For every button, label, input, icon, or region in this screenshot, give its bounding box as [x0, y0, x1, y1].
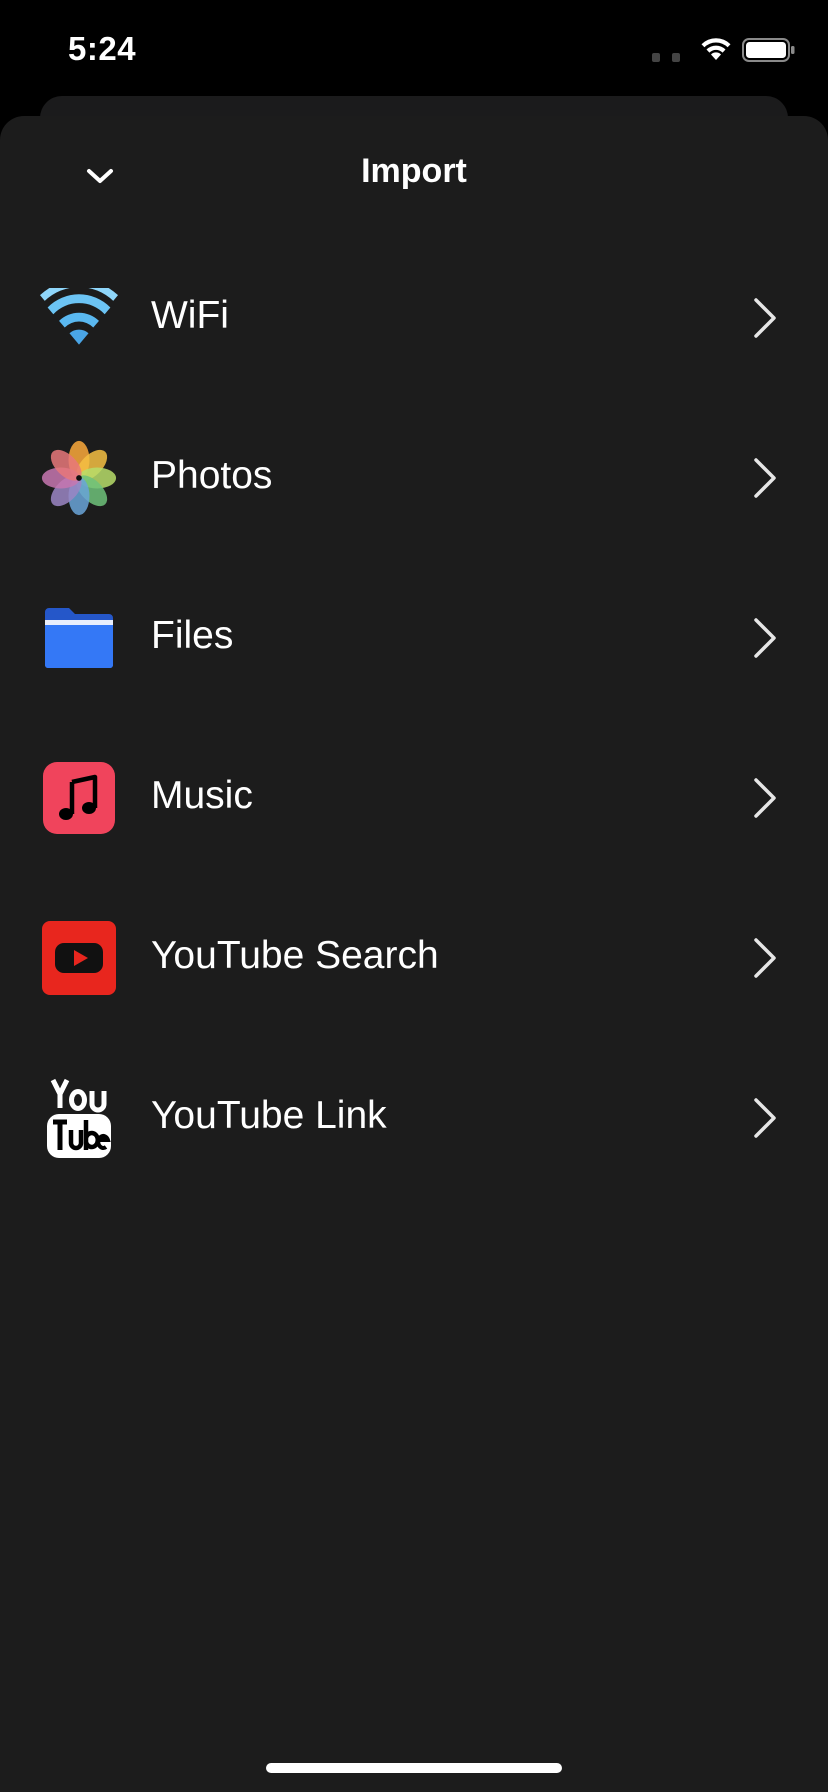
list-item-wifi[interactable]: WiFi — [0, 238, 828, 398]
list-item-label: Music — [151, 774, 253, 817]
page-title: Import — [361, 152, 467, 190]
list-item-files[interactable]: Files — [0, 558, 828, 718]
import-sheet: Import WiFi Photos Files Music YouTube S… — [0, 116, 828, 1792]
import-source-list: WiFi Photos Files Music YouTube Search Y… — [0, 238, 828, 1198]
list-item-label: YouTube Link — [151, 1094, 387, 1137]
cellular-signal-icon — [652, 53, 680, 62]
folder-icon — [45, 608, 113, 668]
chevron-right-icon — [754, 938, 776, 978]
chevron-right-icon — [754, 778, 776, 818]
chevron-right-icon — [754, 458, 776, 498]
chevron-right-icon — [754, 1098, 776, 1138]
status-time: 5:24 — [68, 30, 137, 67]
list-item-music[interactable]: Music — [0, 718, 828, 878]
list-item-label: YouTube Search — [151, 934, 439, 977]
photos-icon — [41, 440, 117, 516]
list-item-label: WiFi — [151, 294, 229, 337]
battery-icon — [742, 38, 795, 62]
list-item-youtube-search[interactable]: YouTube Search — [0, 878, 828, 1038]
music-note-icon — [43, 762, 115, 834]
wifi-icon — [701, 38, 731, 60]
home-indicator[interactable] — [266, 1763, 562, 1773]
list-item-youtube-link[interactable]: YouTube Link — [0, 1038, 828, 1198]
list-item-photos[interactable]: Photos — [0, 398, 828, 558]
status-bar: 5:24 — [0, 0, 828, 100]
nav-bar: Import — [0, 116, 828, 226]
youtube-logo-icon — [47, 1078, 111, 1158]
chevron-right-icon — [754, 618, 776, 658]
youtube-play-icon — [42, 921, 116, 995]
chevron-right-icon — [754, 298, 776, 338]
list-item-label: Photos — [151, 454, 273, 497]
list-item-label: Files — [151, 614, 234, 657]
wifi-icon — [40, 288, 118, 345]
